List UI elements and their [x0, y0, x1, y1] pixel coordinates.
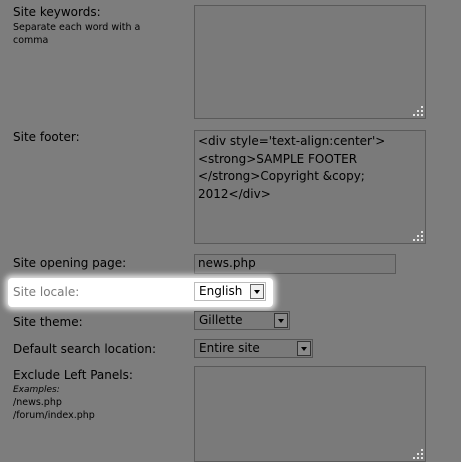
exclude-left-panels-textarea[interactable] [194, 366, 426, 462]
exclude-left-panels-label: Exclude Left Panels: [13, 368, 133, 382]
site-opening-page-label: Site opening page: [13, 256, 127, 270]
default-search-location-select[interactable]: Entire site [194, 339, 313, 358]
exclude-left-panels-example-1: /news.php [13, 397, 62, 408]
chevron-down-icon[interactable] [274, 313, 288, 328]
default-search-location-label: Default search location: [13, 342, 156, 356]
site-footer-value: <div style='text-align:center'> <strong>… [198, 134, 386, 201]
chevron-down-icon[interactable] [250, 284, 264, 299]
site-footer-textarea[interactable]: <div style='text-align:center'> <strong>… [194, 130, 426, 244]
resize-grip-icon[interactable] [413, 449, 423, 459]
chevron-down-icon[interactable] [297, 341, 311, 356]
exclude-left-panels-examples-label: Examples: [13, 385, 60, 395]
site-locale-value: English [199, 284, 243, 298]
exclude-left-panels-example-2: /forum/index.php [13, 410, 95, 421]
site-keywords-hint: Separate each word with a comma [13, 22, 141, 46]
site-opening-page-input[interactable]: news.php [194, 254, 396, 274]
site-theme-label: Site theme: [13, 315, 83, 329]
site-locale-highlight: Site locale: English [8, 278, 273, 307]
site-keywords-textarea[interactable] [194, 5, 426, 119]
resize-grip-icon[interactable] [413, 106, 423, 116]
site-footer-label: Site footer: [13, 130, 80, 144]
site-locale-label: Site locale: [13, 285, 80, 299]
resize-grip-icon[interactable] [413, 231, 423, 241]
site-keywords-label: Site keywords: [13, 5, 101, 19]
site-theme-select[interactable]: Gillette [194, 311, 290, 330]
default-search-location-value: Entire site [199, 341, 260, 355]
site-theme-value: Gillette [199, 313, 243, 327]
site-locale-select[interactable]: English [194, 282, 266, 301]
